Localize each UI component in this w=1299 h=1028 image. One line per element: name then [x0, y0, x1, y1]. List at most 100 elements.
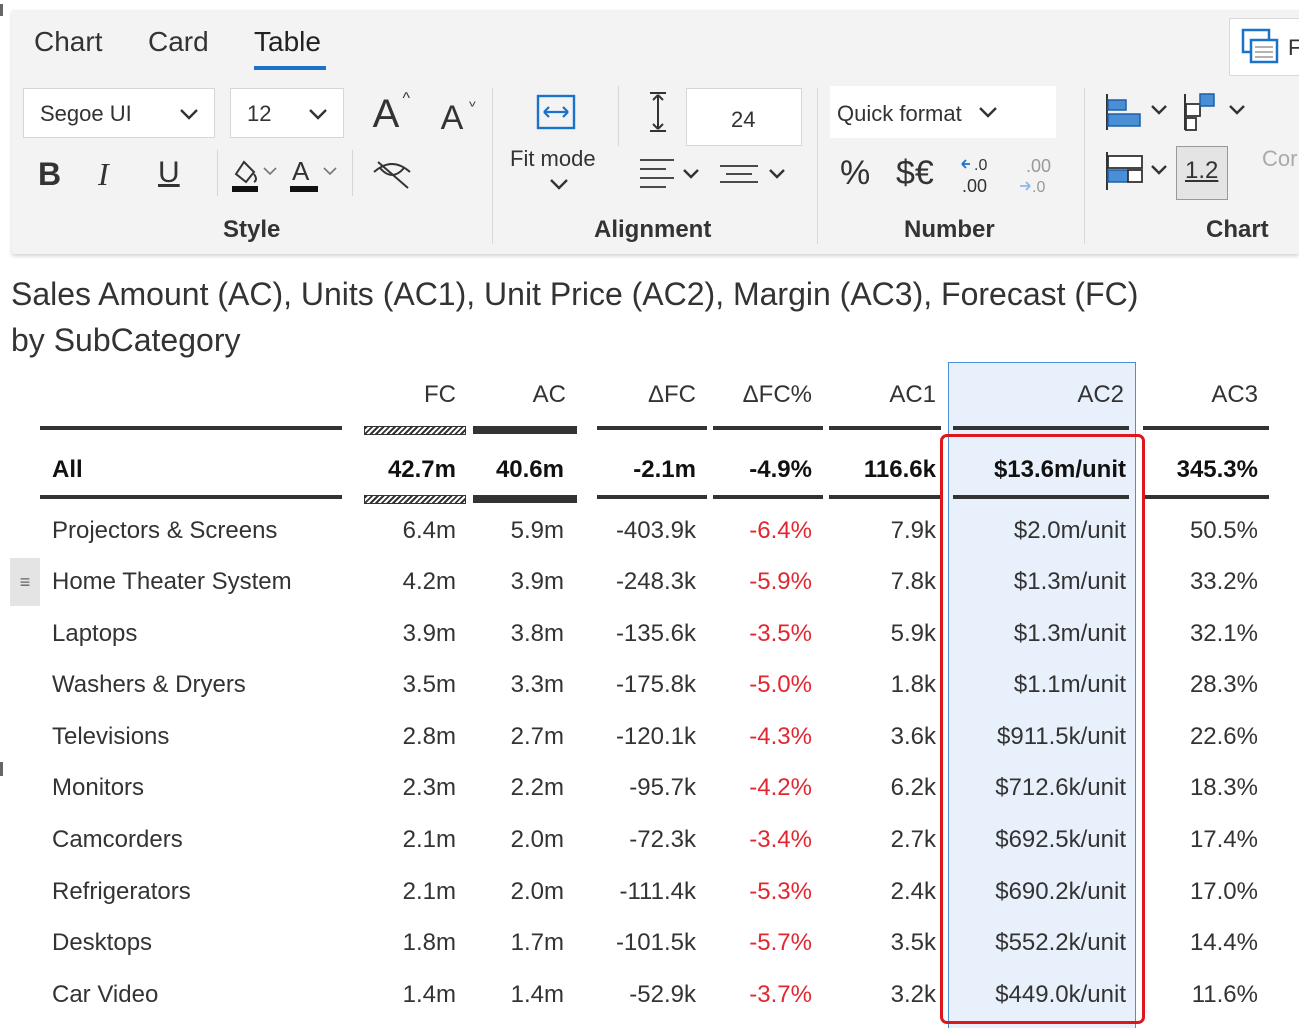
cell-dfc-pct: -4.3%: [749, 723, 812, 750]
header-rule: [953, 426, 1129, 430]
row-label: Washers & Dryers: [52, 671, 246, 698]
cell-ac1: 3.6k: [890, 723, 936, 750]
bold-button[interactable]: B: [38, 156, 61, 193]
cell-fc: 3.5m: [402, 671, 456, 698]
vertical-align-icon[interactable]: [718, 156, 798, 192]
panel-button[interactable]: F: [1229, 18, 1299, 76]
row-label: Laptops: [52, 620, 138, 647]
italic-button[interactable]: I: [98, 156, 109, 193]
font-size-dropdown[interactable]: 12: [230, 88, 344, 138]
chevron-down-icon: [309, 109, 327, 120]
chart-option-partial-label[interactable]: Cor: [1262, 146, 1297, 172]
cell-dfc: -101.5k: [615, 929, 696, 956]
font-size-value: 12: [247, 101, 272, 126]
row-label: Projectors & Screens: [52, 517, 278, 544]
decrease-decimal-icon[interactable]: .0 .00: [958, 154, 998, 198]
highlight-annotation-box: [940, 434, 1145, 1024]
cell-dfc: -72.3k: [629, 826, 696, 853]
group-separator: [817, 88, 818, 244]
chevron-down-icon[interactable]: [548, 176, 570, 194]
chevron-down-icon: [180, 109, 198, 120]
cell-ac1: 7.9k: [890, 517, 936, 544]
cell-ac3: 22.6%: [1189, 723, 1258, 750]
active-tab-indicator: [254, 66, 326, 70]
group-separator: [492, 88, 493, 244]
total-fc: 42.7m: [387, 456, 456, 483]
table-layout-icon[interactable]: [1104, 150, 1174, 194]
font-color-icon[interactable]: A: [288, 152, 342, 196]
cell-dfc: -52.9k: [629, 981, 696, 1008]
cell-ac3: 50.5%: [1189, 517, 1258, 544]
column-header-ac2[interactable]: AC2: [948, 381, 1124, 409]
cell-ac1: 2.7k: [890, 826, 936, 853]
svg-text:.00: .00: [962, 176, 987, 196]
cell-ac: 2.7m: [510, 723, 564, 750]
forecast-hatch-rule: [364, 426, 466, 435]
cell-ac1: 3.2k: [890, 981, 936, 1008]
cell-dfc-pct: -3.5%: [749, 620, 812, 647]
tab-table[interactable]: Table: [254, 26, 321, 58]
hide-eye-icon[interactable]: [370, 158, 414, 194]
cell-ac3: 33.2%: [1189, 568, 1258, 595]
divider: [618, 86, 619, 146]
svg-text:A: A: [292, 156, 310, 186]
row-label: Televisions: [52, 723, 170, 750]
increase-font-icon[interactable]: A ^: [364, 90, 410, 136]
visual-title: Sales Amount (AC), Units (AC1), Unit Pri…: [11, 271, 1138, 363]
row-height-input[interactable]: 24: [686, 88, 802, 146]
header-rule: [40, 426, 342, 430]
row-label: Monitors: [52, 774, 145, 801]
cell-ac3: 11.6%: [1191, 981, 1258, 1008]
bar-layout-icon[interactable]: [1104, 92, 1174, 132]
cell-fc: 2.3m: [402, 774, 456, 801]
decimal-places-button[interactable]: 1.2: [1176, 146, 1228, 200]
cell-ac1: 6.2k: [890, 774, 936, 801]
fit-mode-icon[interactable]: [536, 92, 576, 132]
cell-dfc-pct: -3.7%: [749, 981, 812, 1008]
column-header-ac[interactable]: AC: [470, 381, 566, 409]
row-drag-handle-icon[interactable]: ≡: [10, 558, 40, 606]
cell-ac1: 5.9k: [890, 620, 936, 647]
cell-dfc-pct: -5.0%: [749, 671, 812, 698]
total-row-label: All: [52, 456, 83, 483]
fit-mode-label[interactable]: Fit mode: [510, 146, 596, 172]
row-label: Car Video: [52, 981, 159, 1008]
cell-dfc-pct: -5.9%: [749, 568, 812, 595]
visual-title-line-2: by SubCategory: [11, 322, 241, 358]
underline-button[interactable]: U: [158, 156, 180, 190]
cell-dfc-pct: -6.4%: [749, 517, 812, 544]
column-header-ac3[interactable]: AC3: [1142, 381, 1258, 409]
horizontal-align-icon[interactable]: [638, 156, 708, 192]
column-header-fc[interactable]: FC: [360, 381, 456, 409]
row-height-icon: [650, 92, 666, 132]
quick-format-dropdown[interactable]: Quick format: [830, 86, 1056, 138]
percent-format-button[interactable]: %: [840, 154, 870, 193]
cell-dfc: -120.1k: [615, 723, 696, 750]
tab-card[interactable]: Card: [148, 26, 209, 58]
chevron-down-icon: [979, 107, 997, 118]
header-rule: [597, 426, 707, 430]
column-header-dfc-pct[interactable]: ΔFC%: [712, 381, 812, 409]
cell-ac: 2.0m: [510, 826, 564, 853]
stacked-layout-icon[interactable]: [1182, 90, 1252, 134]
fill-color-icon[interactable]: [228, 152, 282, 196]
increase-decimal-icon[interactable]: .00 .0: [1018, 154, 1058, 198]
decrease-font-icon[interactable]: A ^: [432, 94, 476, 138]
row-label: Home Theater System: [52, 568, 292, 595]
tab-chart[interactable]: Chart: [34, 26, 102, 58]
group-separator: [1084, 88, 1085, 244]
cell-ac3: 32.1%: [1189, 620, 1258, 647]
cell-ac1: 1.8k: [890, 671, 936, 698]
cell-fc: 1.4m: [402, 981, 456, 1008]
column-header-ac1[interactable]: AC1: [828, 381, 936, 409]
cell-fc: 2.1m: [402, 826, 456, 853]
cell-dfc: -135.6k: [615, 620, 696, 647]
cell-ac: 2.2m: [510, 774, 564, 801]
column-header-dfc[interactable]: ΔFC: [596, 381, 696, 409]
currency-format-button[interactable]: $€: [896, 154, 934, 193]
font-family-dropdown[interactable]: Segoe UI: [23, 88, 215, 138]
cell-fc: 2.8m: [402, 723, 456, 750]
total-rule: [40, 495, 342, 499]
cell-ac3: 28.3%: [1189, 671, 1258, 698]
cell-ac1: 3.5k: [890, 929, 936, 956]
